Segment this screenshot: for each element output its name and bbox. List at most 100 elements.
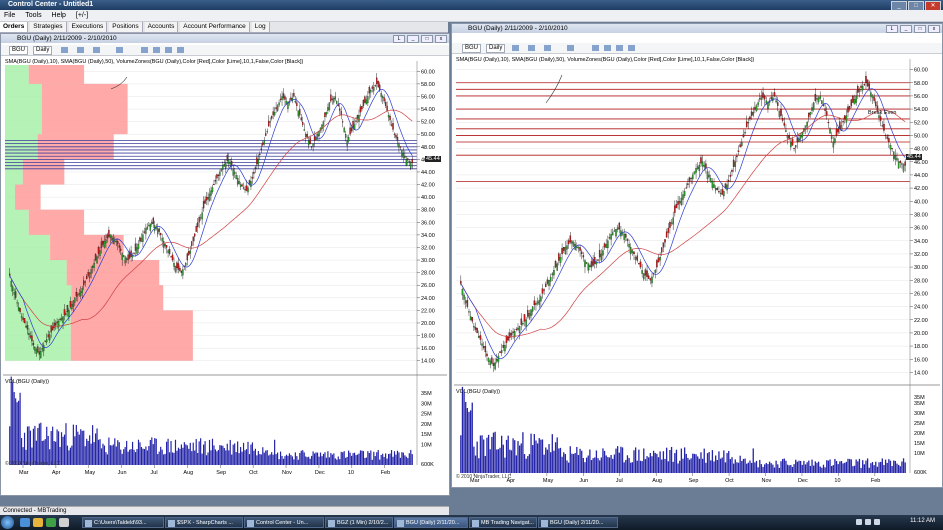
tab-executions[interactable]: Executions [68,22,108,32]
task-sharpcharts[interactable]: $SPX - SharpCharts ... [165,517,243,528]
menu-help[interactable]: Help [48,10,70,21]
tab-orders[interactable]: Orders [0,22,29,32]
right-bar-type-icon[interactable] [512,45,519,51]
candle-body [127,254,129,261]
candle-body [460,281,462,284]
right-indicator-icon[interactable] [528,45,535,51]
quicklaunch-media-icon[interactable] [46,518,56,527]
candle-body [331,98,334,100]
task-bgu-chart-2[interactable]: BGU (Daily) 2/11/20... [538,517,618,528]
left-bar-type-icon[interactable] [61,47,68,53]
candle-body [788,135,790,139]
candle-body [310,146,313,148]
price-tick-label: 32.00 [914,252,928,258]
left-interval-box[interactable]: Daily [33,46,53,55]
candle-body [631,250,634,253]
candle-body [600,253,603,261]
volume-bar [765,462,767,473]
volume-bar [343,451,345,465]
left-indicator-icon[interactable] [77,47,84,53]
candle-body [638,263,640,265]
start-button[interactable] [1,516,14,529]
volume-bar [889,460,892,473]
right-maximize-icon[interactable]: □ [914,25,926,33]
right-tool-icon-2[interactable] [604,45,611,51]
volume-bar [100,448,103,465]
candle-body [523,314,526,322]
left-maximize-icon[interactable]: □ [421,35,433,43]
quicklaunch-ie-icon[interactable] [20,518,30,527]
candle-body [219,171,221,176]
tab-account-performance[interactable]: Account Performance [180,22,250,32]
menu-file[interactable]: File [0,10,19,21]
volume-bar [204,441,206,465]
right-price-chart[interactable]: SMA(BGU (Daily),10), SMA(BGU (Daily),50)… [454,55,940,486]
volume-bar [359,450,362,465]
volume-bar [112,444,114,465]
right-tool-icon-3[interactable] [616,45,623,51]
tray-volume-icon[interactable] [865,519,871,525]
price-tick-label: 60.00 [914,68,928,74]
right-draw-icon[interactable] [544,45,551,51]
left-tool-icon-1[interactable] [141,47,148,53]
left-close-icon[interactable]: x [435,35,447,43]
volume-bar [377,450,379,465]
right-symbol-box[interactable]: BGU [462,44,482,53]
left-tool-icon-2[interactable] [153,47,160,53]
right-minimize-icon[interactable]: _ [900,25,912,33]
candle-body [801,132,804,138]
tab-accounts[interactable]: Accounts [144,22,179,32]
tray-app-icon[interactable] [874,519,880,525]
task-mb-trading[interactable]: MB Trading Navigat... [469,517,537,528]
candle-body [639,261,642,268]
right-interval-box[interactable]: Daily [486,44,506,53]
right-zoom-icon[interactable] [567,45,574,51]
candle-body [51,326,54,331]
candle-body [540,296,542,302]
left-symbol-box[interactable]: BGU [9,46,29,55]
left-minimize-icon[interactable]: _ [407,35,419,43]
quicklaunch-explorer-icon[interactable] [33,518,43,527]
volume-bar [288,453,291,465]
task-bgu-chart-1[interactable]: BGU (Daily) 2/11/20... [394,517,468,528]
left-tool-icon-4[interactable] [177,47,184,53]
volume-bar [203,444,205,465]
volume-bar [602,448,604,473]
volume-bar [257,451,259,465]
volume-bar [538,438,540,473]
price-tick-label: 60.00 [421,69,435,75]
quicklaunch-app-icon[interactable] [59,518,69,527]
right-lock-icon[interactable]: L [886,25,898,33]
volume-bar [819,466,821,473]
volume-bar [164,453,166,465]
volume-bar [581,450,583,473]
volume-bar [248,454,251,465]
left-draw-icon[interactable] [93,47,100,53]
volume-bar [793,464,795,473]
volume-bar [576,446,578,473]
right-close-icon[interactable]: x [928,25,940,33]
left-zoom-icon[interactable] [116,47,123,53]
menu-toggle[interactable]: [+/-] [72,10,92,21]
candle-body [269,121,271,123]
right-tool-icon-1[interactable] [592,45,599,51]
menu-tools[interactable]: Tools [21,10,45,21]
tab-positions[interactable]: Positions [109,22,143,32]
left-tool-icon-3[interactable] [165,47,172,53]
volume-bar [777,464,779,473]
task-control-center[interactable]: Control Center - Un... [244,517,324,528]
tab-log[interactable]: Log [251,22,270,32]
volume-bar [677,463,679,473]
candle-body [158,228,160,232]
volume-zone-down [66,260,160,286]
task-bgz-chart[interactable]: BGZ (1 Min) 2/10/2... [325,517,393,528]
right-tool-icon-4[interactable] [628,45,635,51]
tray-network-icon[interactable] [856,519,862,525]
candle-body [479,335,482,340]
left-lock-icon[interactable]: L [393,35,405,43]
task-explorer[interactable]: C:\Users\Taldeld\93... [82,517,164,528]
left-price-chart[interactable]: SMA(BGU (Daily),10), SMA(BGU (Daily),50)… [3,57,447,494]
volume-bar [814,461,816,473]
tab-strategies[interactable]: Strategies [30,22,67,32]
volume-bar [133,449,135,465]
